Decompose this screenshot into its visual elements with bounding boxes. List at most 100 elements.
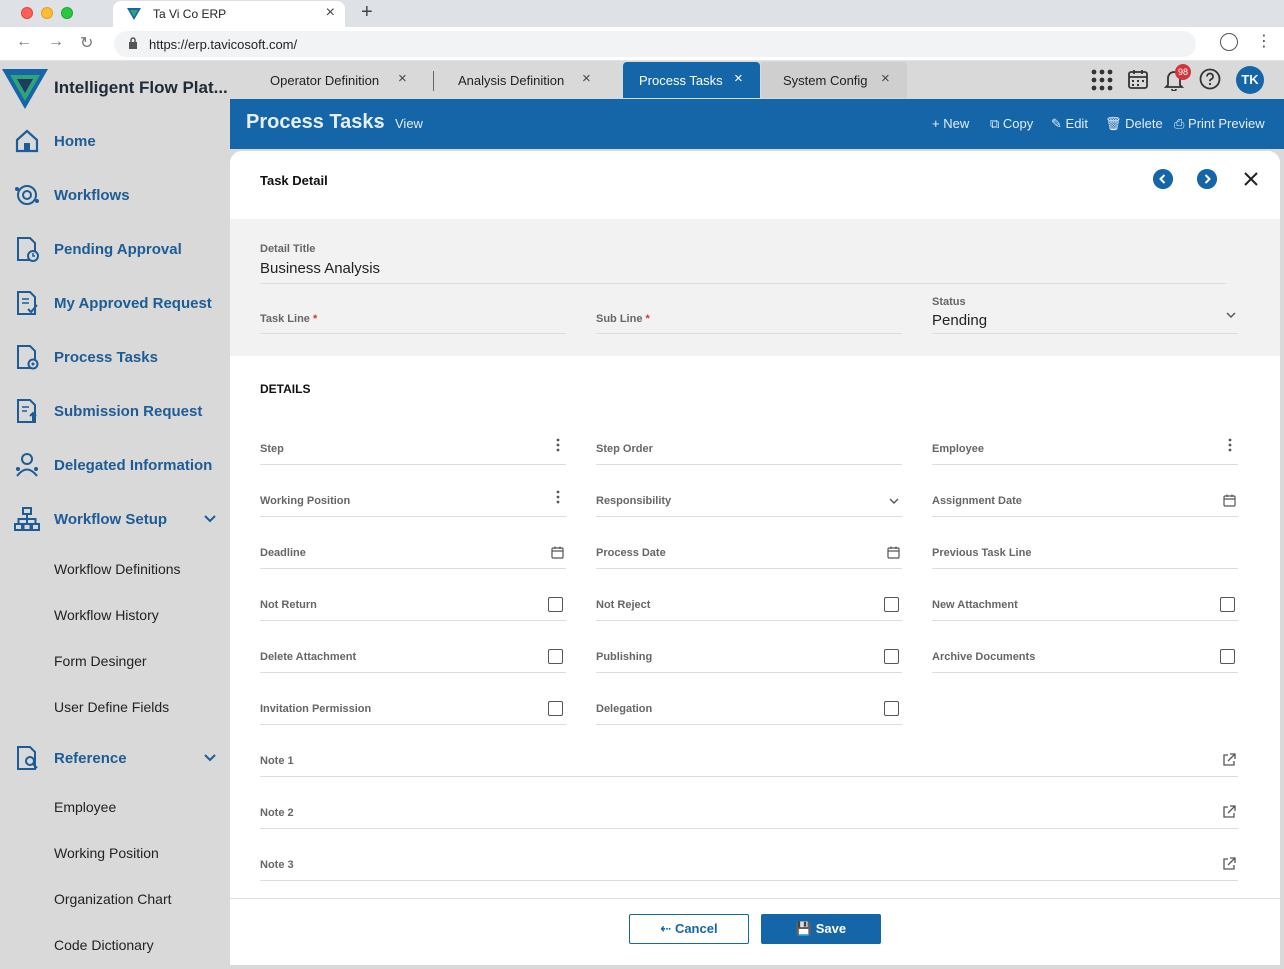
archive-documents-checkbox[interactable] [1220, 649, 1235, 664]
field-underline [260, 672, 566, 673]
window-close-button[interactable] [21, 7, 33, 19]
edit-button[interactable]: ✎ Edit [1051, 116, 1088, 132]
delete-attachment-checkbox[interactable] [548, 649, 563, 664]
save-button[interactable]: 💾 Save [761, 914, 881, 944]
sidebar-subitem-code-dictionary[interactable]: Code Dictionary [54, 937, 154, 953]
not-reject-checkbox[interactable] [884, 597, 899, 612]
tab-analysis-definition[interactable]: Analysis Definition × [438, 62, 598, 98]
calendar-icon[interactable] [551, 546, 564, 559]
sidebar-subitem-workflow-history[interactable]: Workflow History [54, 607, 159, 623]
invitation-permission-checkbox[interactable] [548, 701, 563, 716]
sidebar-subitem-employee[interactable]: Employee [54, 799, 116, 815]
close-icon[interactable] [1242, 170, 1260, 188]
print-preview-button[interactable]: ⎙ Print Preview [1174, 116, 1265, 132]
chevron-down-icon[interactable] [204, 752, 216, 764]
window-zoom-button[interactable] [61, 7, 73, 19]
sidebar-item-reference[interactable]: Reference [0, 738, 230, 778]
task-line-field[interactable]: Task Line * [260, 313, 317, 325]
brand-name: Intelligent Flow Plat... [54, 78, 228, 97]
calendar-icon[interactable] [1223, 494, 1236, 507]
open-external-icon[interactable] [1222, 753, 1236, 767]
employee-field[interactable]: Employee [932, 443, 984, 455]
sidebar-subitem-user-define-fields[interactable]: User Define Fields [54, 699, 169, 715]
chevron-down-icon[interactable] [889, 497, 899, 505]
new-attachment-checkbox[interactable] [1220, 597, 1235, 612]
window-minimize-button[interactable] [41, 7, 53, 19]
previous-record-icon[interactable] [1153, 169, 1173, 189]
open-external-icon[interactable] [1222, 857, 1236, 871]
chevron-down-icon[interactable] [1226, 311, 1236, 319]
responsibility-select[interactable]: Responsibility [596, 495, 671, 507]
avatar[interactable]: TK [1236, 66, 1264, 94]
step-order-field[interactable]: Step Order [596, 443, 653, 455]
note-3-field[interactable]: Note 3 [260, 859, 294, 871]
assignment-date-field[interactable]: Assignment Date [932, 495, 1022, 507]
apps-grid-icon[interactable] [1091, 69, 1113, 91]
tab-system-config[interactable]: System Config × [761, 62, 907, 98]
detail-title-field[interactable]: Business Analysis [260, 260, 380, 277]
breadcrumb: View [395, 116, 423, 131]
note-2-field[interactable]: Note 2 [260, 807, 294, 819]
close-icon[interactable]: × [398, 70, 407, 87]
field-underline [596, 724, 902, 725]
tab-operator-definition[interactable]: Operator Definition × [248, 62, 428, 98]
previous-task-line-field[interactable]: Previous Task Line [932, 547, 1031, 559]
calendar-icon[interactable] [887, 546, 900, 559]
browser-tab-close-icon[interactable]: × [326, 4, 335, 22]
page-title-bar: Process Tasks › View + New ⧉ Copy ✎ Edit… [230, 99, 1284, 149]
copy-button[interactable]: ⧉ Copy [990, 116, 1033, 132]
deadline-field[interactable]: Deadline [260, 547, 306, 559]
new-tab-icon[interactable]: + [361, 1, 373, 24]
sidebar-subitem-organization-chart[interactable]: Organization Chart [54, 891, 172, 907]
panel-header: Task Detail [230, 151, 1280, 219]
sidebar-subitem-form-designer[interactable]: Form Desinger [54, 653, 147, 669]
delegation-label: Delegation [596, 703, 653, 715]
forward-icon[interactable]: → [48, 33, 64, 51]
new-button[interactable]: + New [932, 116, 969, 131]
chevron-down-icon[interactable] [204, 513, 216, 525]
working-position-field[interactable]: Working Position [260, 495, 350, 507]
sidebar-item-workflow-setup[interactable]: Workflow Setup [0, 499, 230, 539]
publishing-checkbox[interactable] [884, 649, 899, 664]
tab-process-tasks[interactable]: Process Tasks × [623, 62, 760, 98]
sidebar-item-label: Process Tasks [54, 348, 158, 366]
more-vertical-icon[interactable] [1228, 438, 1232, 452]
not-return-checkbox[interactable] [548, 597, 563, 612]
new-attachment-label: New Attachment [932, 599, 1018, 611]
sidebar-subitem-workflow-definitions[interactable]: Workflow Definitions [54, 561, 181, 577]
more-vertical-icon[interactable] [556, 490, 560, 504]
cancel-button[interactable]: ⇠ Cancel [629, 914, 749, 944]
process-date-field[interactable]: Process Date [596, 547, 666, 559]
sidebar-item-my-approved-request[interactable]: My Approved Request [0, 283, 230, 323]
calendar-icon[interactable] [1128, 69, 1148, 89]
delegation-checkbox[interactable] [884, 701, 899, 716]
sidebar-item-home[interactable]: Home [0, 121, 230, 161]
sidebar-item-submission-request[interactable]: Submission Request [0, 391, 230, 431]
pending-doc-icon [17, 237, 39, 262]
sidebar-subitem-working-position[interactable]: Working Position [54, 845, 159, 861]
extension-icon[interactable] [1220, 33, 1238, 51]
sidebar-item-pending-approval[interactable]: Pending Approval [0, 229, 230, 269]
back-icon[interactable]: ← [16, 33, 32, 51]
sidebar-item-workflows[interactable]: Workflows [0, 175, 230, 215]
step-field[interactable]: Step [260, 443, 284, 455]
url-field[interactable]: https://erp.tavicosoft.com/ [114, 31, 1196, 57]
field-underline [932, 620, 1238, 621]
browser-menu-icon[interactable]: ⋮ [1256, 31, 1272, 51]
note-1-field[interactable]: Note 1 [260, 755, 294, 767]
sidebar-item-delegated-information[interactable]: Delegated Information [0, 445, 230, 485]
browser-tab[interactable]: Ta Vi Co ERP × [113, 1, 345, 27]
sidebar-item-process-tasks[interactable]: Process Tasks [0, 337, 230, 377]
close-icon[interactable]: × [734, 70, 743, 87]
next-record-icon[interactable] [1197, 169, 1217, 189]
help-icon[interactable] [1199, 68, 1221, 90]
close-icon[interactable]: × [582, 70, 591, 87]
more-vertical-icon[interactable] [556, 438, 560, 452]
close-icon[interactable]: × [881, 70, 890, 87]
field-underline [596, 516, 902, 517]
open-external-icon[interactable] [1222, 805, 1236, 819]
status-select[interactable]: Pending [932, 312, 987, 329]
sub-line-field[interactable]: Sub Line * [596, 313, 650, 325]
reload-icon[interactable]: ↻ [80, 33, 93, 53]
delete-button[interactable]: 🗑 Delete [1105, 116, 1163, 132]
